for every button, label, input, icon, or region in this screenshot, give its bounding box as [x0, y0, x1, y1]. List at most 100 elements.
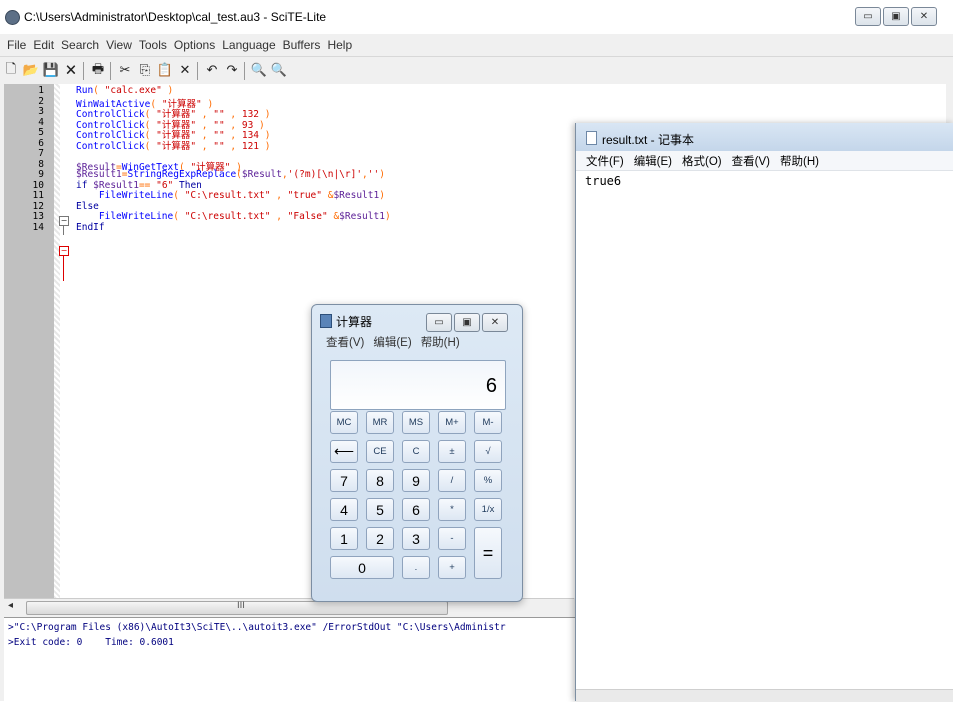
- digit-7-button[interactable]: 7: [330, 469, 358, 492]
- mr-button[interactable]: MR: [366, 411, 394, 434]
- output-pane[interactable]: >"C:\Program Files (x86)\AutoIt3\SciTE\.…: [4, 617, 576, 702]
- ms-button[interactable]: MS: [402, 411, 430, 434]
- fold-line: [63, 256, 64, 281]
- multiply-button[interactable]: *: [438, 498, 466, 521]
- maximize-button[interactable]: ▣: [883, 7, 909, 26]
- calculator-app-icon: [320, 314, 332, 328]
- digit-1-button[interactable]: 1: [330, 527, 358, 550]
- delete-icon[interactable]: ✕: [176, 62, 194, 80]
- reciprocal-button[interactable]: 1/x: [474, 498, 502, 521]
- clear-button[interactable]: C: [402, 440, 430, 463]
- code-token: (: [93, 85, 105, 96]
- notepad-menu-format[interactable]: 格式(O): [682, 153, 722, 169]
- digit-6-button[interactable]: 6: [402, 498, 430, 521]
- divide-button[interactable]: /: [438, 469, 466, 492]
- undo-icon[interactable]: ↶: [203, 62, 221, 80]
- open-folder-icon[interactable]: 📂: [22, 62, 40, 80]
- notepad-horizontal-scrollbar[interactable]: [576, 689, 953, 702]
- calculator-display: 6: [330, 360, 506, 410]
- close-file-icon[interactable]: 🗙: [62, 62, 80, 80]
- output-line-command: >"C:\Program Files (x86)\AutoIt3\SciTE\.…: [8, 622, 506, 633]
- code-token: &: [322, 190, 334, 201]
- calculator-window: 计算器 ▭ ▣ ✕ 查看(V) 编辑(E) 帮助(H) 6 MC MR MS M…: [311, 304, 523, 602]
- digit-8-button[interactable]: 8: [366, 469, 394, 492]
- digit-5-button[interactable]: 5: [366, 498, 394, 521]
- cut-icon[interactable]: ✂: [116, 62, 134, 80]
- subtract-button[interactable]: -: [438, 527, 466, 550]
- calculator-window-controls: ▭ ▣ ✕: [426, 313, 508, 332]
- code-token: EndIf: [76, 221, 105, 233]
- menu-options[interactable]: Options: [174, 38, 215, 54]
- code-token: $Result1: [76, 169, 122, 180]
- calculator-close-button[interactable]: ✕: [482, 313, 508, 332]
- replace-icon[interactable]: 🔍: [270, 62, 288, 80]
- copy-icon[interactable]: ⎘: [136, 62, 154, 80]
- scrollbar-thumb[interactable]: III: [26, 601, 448, 615]
- menu-edit[interactable]: Edit: [33, 38, 54, 54]
- decimal-button[interactable]: .: [402, 556, 430, 579]
- menu-bar: File Edit Search View Tools Options Lang…: [0, 38, 953, 54]
- scroll-left-icon[interactable]: ◂: [8, 600, 13, 611]
- close-button[interactable]: ✕: [911, 7, 937, 26]
- line-number: 2: [38, 95, 44, 107]
- print-icon[interactable]: 🖶: [89, 62, 107, 80]
- close-icon: ✕: [490, 317, 500, 328]
- find-icon[interactable]: 🔍: [250, 62, 268, 80]
- line-number: 10: [32, 179, 44, 191]
- notepad-menu-bar: 文件(F) 编辑(E) 格式(O) 查看(V) 帮助(H): [576, 151, 953, 171]
- add-button[interactable]: +: [438, 556, 466, 579]
- minimize-icon: ▭: [863, 11, 873, 22]
- clear-entry-button[interactable]: CE: [366, 440, 394, 463]
- m-plus-button[interactable]: M+: [438, 411, 466, 434]
- menu-help[interactable]: Help: [327, 38, 352, 54]
- menu-buffers[interactable]: Buffers: [283, 38, 321, 54]
- notepad-menu-edit[interactable]: 编辑(E): [634, 153, 672, 169]
- fold-toggle-if[interactable]: −: [59, 216, 69, 226]
- new-file-icon[interactable]: 🗋: [2, 62, 20, 80]
- code-token: "计算器": [156, 140, 197, 152]
- menu-search[interactable]: Search: [61, 38, 99, 54]
- menu-file[interactable]: File: [7, 38, 26, 54]
- code-token: Run: [76, 85, 94, 96]
- notepad-menu-file[interactable]: 文件(F): [586, 153, 624, 169]
- code-line: Run( "calc.exe" ): [76, 85, 173, 96]
- menu-view[interactable]: View: [106, 38, 132, 54]
- code-token: "False": [287, 211, 328, 222]
- code-token: ,: [196, 140, 214, 152]
- digit-0-button[interactable]: 0: [330, 556, 394, 579]
- calculator-menu-view[interactable]: 查看(V): [326, 334, 364, 350]
- sqrt-button[interactable]: √: [474, 440, 502, 463]
- scite-app-icon: [5, 10, 20, 25]
- code-token: $Result: [241, 169, 282, 180]
- calculator-minimize-button[interactable]: ▭: [426, 313, 452, 332]
- calculator-menu-edit[interactable]: 编辑(E): [373, 334, 411, 350]
- code-token: "C:\result.txt": [184, 190, 271, 201]
- code-token: ): [259, 140, 271, 152]
- minimize-icon: ▭: [434, 317, 444, 328]
- menu-language[interactable]: Language: [222, 38, 275, 54]
- menu-tools[interactable]: Tools: [139, 38, 167, 54]
- redo-icon[interactable]: ↷: [223, 62, 241, 80]
- mc-button[interactable]: MC: [330, 411, 358, 434]
- notepad-text-area[interactable]: true6: [585, 174, 621, 188]
- m-minus-button[interactable]: M-: [474, 411, 502, 434]
- output-line-exit-code: >Exit code: 0 Time: 0.6001: [8, 637, 174, 648]
- paste-icon[interactable]: 📋: [156, 62, 174, 80]
- fold-toggle-else[interactable]: −: [59, 246, 69, 256]
- equals-button[interactable]: =: [474, 527, 502, 579]
- calculator-maximize-button[interactable]: ▣: [454, 313, 480, 332]
- notepad-menu-view[interactable]: 查看(V): [732, 153, 770, 169]
- minimize-button[interactable]: ▭: [855, 7, 881, 26]
- percent-button[interactable]: %: [474, 469, 502, 492]
- line-number: 13: [32, 211, 44, 222]
- digit-9-button[interactable]: 9: [402, 469, 430, 492]
- calculator-menu-help[interactable]: 帮助(H): [421, 334, 460, 350]
- digit-3-button[interactable]: 3: [402, 527, 430, 550]
- digit-4-button[interactable]: 4: [330, 498, 358, 521]
- code-token: &: [327, 211, 340, 222]
- plus-minus-button[interactable]: ±: [438, 440, 466, 463]
- notepad-menu-help[interactable]: 帮助(H): [780, 153, 819, 169]
- digit-2-button[interactable]: 2: [366, 527, 394, 550]
- save-icon[interactable]: 💾: [42, 62, 60, 80]
- backspace-button[interactable]: ⟵: [330, 440, 358, 463]
